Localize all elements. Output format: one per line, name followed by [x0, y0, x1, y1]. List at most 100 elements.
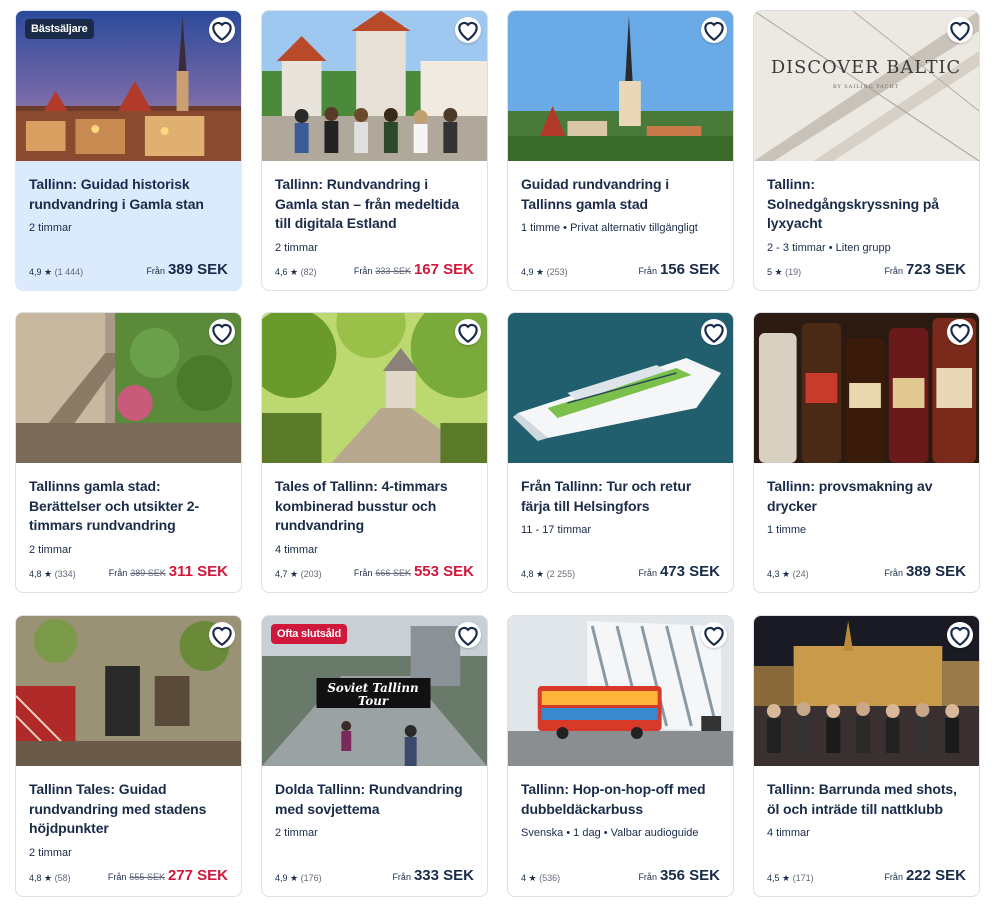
review-count: (203) [300, 569, 322, 579]
star-icon: ★ [782, 569, 791, 579]
heart-icon [212, 626, 232, 647]
price: Från 356 SEK [638, 867, 720, 884]
price-value: 311 SEK [168, 563, 228, 580]
rating-value: 4,9 [29, 267, 42, 277]
activity-image [508, 313, 733, 463]
activity-title[interactable]: Tallinn: Guidad historisk rundvandring i… [29, 175, 228, 214]
activity-card[interactable]: Tales of Tallinn: 4-timmars kombinerad b… [261, 312, 488, 593]
wishlist-button[interactable] [455, 622, 481, 648]
wishlist-button[interactable] [947, 319, 973, 345]
price-from-label: Från [146, 266, 165, 276]
activity-meta: 4 timmar [767, 827, 810, 839]
activity-card[interactable]: Soviet Tallinn Tour Ofta slutsåld Dolda … [261, 615, 488, 897]
rating: 4,5 ★ (171) [767, 872, 814, 884]
activity-card[interactable]: Tallinns gamla stad: Berättelser och uts… [15, 312, 242, 593]
wishlist-button[interactable] [947, 17, 973, 43]
price: Från 389 SEK 311 SEK [109, 563, 228, 580]
wishlist-button[interactable] [701, 319, 727, 345]
activity-title[interactable]: Tallinn: provsmakning av drycker [767, 477, 966, 516]
image-text: DISCOVER BALTIC [771, 57, 961, 78]
wishlist-button[interactable] [947, 622, 973, 648]
activity-meta: Svenska • 1 dag • Valbar audioguide [521, 827, 699, 839]
price: Från 389 SEK [884, 563, 966, 580]
activity-meta: 2 timmar [29, 846, 72, 859]
rating-value: 4,9 [275, 873, 288, 883]
price: Från 473 SEK [638, 563, 720, 580]
review-count: (58) [54, 873, 71, 883]
heart-icon [704, 626, 724, 647]
activity-card[interactable]: Från Tallinn: Tur och retur färja till H… [507, 312, 734, 593]
wishlist-button[interactable] [455, 319, 481, 345]
activity-meta: 11 - 17 timmar [521, 524, 592, 536]
heart-icon [212, 21, 232, 42]
star-icon: ★ [290, 569, 299, 579]
activity-image [16, 616, 241, 766]
activity-card[interactable]: Tallinn: Rundvandring i Gamla stan – frå… [261, 10, 488, 291]
activity-title[interactable]: Tallinns gamla stad: Berättelser och uts… [29, 477, 228, 536]
activity-title[interactable]: Dolda Tallinn: Rundvandring med sovjette… [275, 780, 474, 819]
activity-image: Bästsäljare [16, 11, 241, 161]
activity-card[interactable]: Tallinn Tales: Guidad rundvandring med s… [15, 615, 242, 897]
heart-icon [458, 323, 478, 344]
star-icon: ★ [44, 267, 53, 277]
activity-card[interactable]: Bästsäljare Tallinn: Guidad historisk ru… [15, 10, 242, 291]
rating-value: 4,3 [767, 569, 780, 579]
activity-meta: 2 - 3 timmar • Liten grupp [767, 241, 891, 254]
rating-value: 4,8 [521, 569, 534, 579]
activity-grid: Bästsäljare Tallinn: Guidad historisk ru… [0, 0, 997, 905]
rating-value: 4,5 [767, 873, 780, 883]
rating: 4,8 ★ (2 255) [521, 568, 575, 580]
price-value: 356 SEK [659, 867, 720, 884]
activity-title[interactable]: Tallinn Tales: Guidad rundvandring med s… [29, 780, 228, 839]
bestseller-badge: Bästsäljare [25, 19, 94, 39]
review-count: (253) [546, 267, 568, 277]
heart-icon [704, 323, 724, 344]
activity-title[interactable]: Från Tallinn: Tur och retur färja till H… [521, 477, 720, 516]
wishlist-button[interactable] [701, 622, 727, 648]
price-value: 333 SEK [413, 867, 474, 884]
activity-image [508, 11, 733, 161]
star-icon: ★ [528, 873, 537, 883]
original-price: 555 SEK [129, 872, 165, 882]
activity-card[interactable]: Guidad rundvandring i Tallinns gamla sta… [507, 10, 734, 291]
activity-card[interactable]: Tallinn: Hop-on-hop-off med dubbeldäckar… [507, 615, 734, 897]
price-from-label: Från [108, 568, 128, 578]
wishlist-button[interactable] [209, 17, 235, 43]
activity-title[interactable]: Tallinn: Hop-on-hop-off med dubbeldäckar… [521, 780, 720, 819]
activity-title[interactable]: Tallinn: Solnedgångskryssning på lyxyach… [767, 175, 966, 234]
activity-meta: 2 timmar [29, 222, 72, 234]
rating-value: 5 [767, 267, 773, 277]
wishlist-button[interactable] [209, 319, 235, 345]
activity-title[interactable]: Tallinn: Barrunda med shots, öl och intr… [767, 780, 966, 819]
price-value: 167 SEK [413, 261, 474, 278]
review-count: (2 255) [546, 569, 576, 579]
activity-meta: 2 timmar [275, 827, 318, 839]
activity-title[interactable]: Tallinn: Rundvandring i Gamla stan – frå… [275, 175, 474, 234]
activity-image [16, 313, 241, 463]
price-from-label: Från [638, 266, 657, 276]
rating: 4,8 ★ (334) [29, 568, 76, 580]
rating: 4,8 ★ (58) [29, 872, 71, 884]
activity-title[interactable]: Guidad rundvandring i Tallinns gamla sta… [521, 175, 720, 214]
price-value: 473 SEK [659, 563, 720, 580]
wishlist-button[interactable] [701, 17, 727, 43]
price-value: 277 SEK [167, 867, 228, 884]
rating-value: 4,6 [275, 267, 288, 277]
activity-card[interactable]: Tallinn: Barrunda med shots, öl och intr… [753, 615, 980, 897]
price-from-label: Från [638, 568, 657, 578]
star-icon: ★ [536, 267, 545, 277]
activity-card[interactable]: DISCOVER BALTIC BY SAILING YACHT Tallinn… [753, 10, 980, 291]
price-from-label: Från [353, 266, 373, 276]
activity-title[interactable]: Tales of Tallinn: 4-timmars kombinerad b… [275, 477, 474, 536]
wishlist-button[interactable] [209, 622, 235, 648]
image-text: Soviet Tallinn [327, 681, 418, 695]
price: Från 555 SEK 277 SEK [108, 867, 228, 884]
activity-image [262, 313, 487, 463]
price-from-label: Från [392, 872, 411, 882]
price: Från 222 SEK [884, 867, 966, 884]
heart-icon [458, 21, 478, 42]
review-count: (536) [539, 873, 561, 883]
wishlist-button[interactable] [455, 17, 481, 43]
price-value: 156 SEK [659, 261, 720, 278]
activity-card[interactable]: Tallinn: provsmakning av drycker 1 timme… [753, 312, 980, 593]
